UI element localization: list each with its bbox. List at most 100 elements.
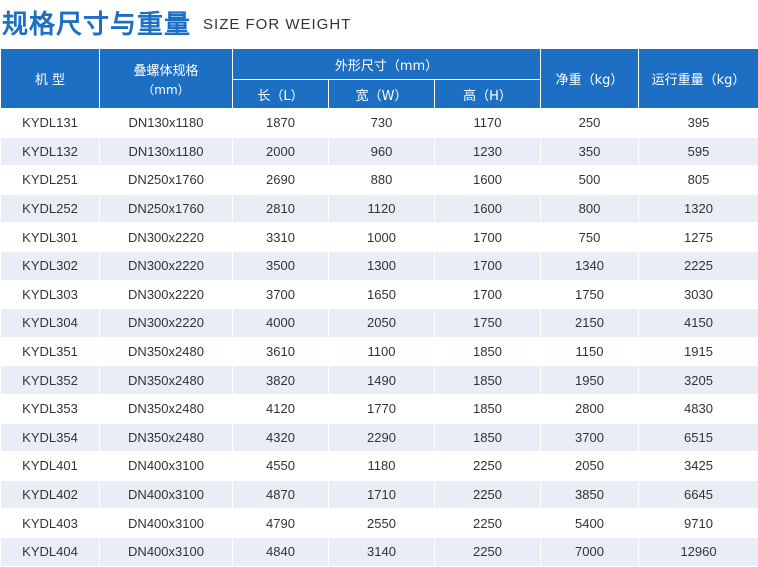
col-header-net-weight: 净重（kg） <box>540 48 640 109</box>
col-header-dimensions: 外形尺寸（mm） <box>231 48 542 80</box>
cell-net-weight: 1750 <box>540 279 640 310</box>
cell-length: 4000 <box>232 308 329 338</box>
cell-width: 2550 <box>328 508 435 538</box>
cell-screw-spec: DN350x2480 <box>99 393 233 424</box>
cell-width: 960 <box>328 136 435 167</box>
spec-table: 机 型 叠螺体规格 （mm） 外形尺寸（mm） 净重（kg） 运行重量（kg） … <box>0 48 758 567</box>
cell-model: KYDL402 <box>0 479 100 510</box>
cell-run-weight: 12960 <box>638 536 758 567</box>
cell-length: 3820 <box>232 365 329 395</box>
cell-width: 1100 <box>328 336 435 367</box>
col-header-run-weight: 运行重量（kg） <box>638 48 758 109</box>
cell-screw-spec: DN350x2480 <box>99 336 233 367</box>
cell-width: 880 <box>328 165 435 195</box>
cell-model: KYDL132 <box>0 136 100 167</box>
cell-length: 3500 <box>232 250 329 281</box>
table-row: KYDL301 DN300x2220 3310 1000 1700 750 1275 <box>0 222 758 252</box>
cell-width: 2050 <box>328 308 435 338</box>
table-row: KYDL303 DN300x2220 3700 1650 1700 1750 3030 <box>0 279 758 310</box>
cell-length: 2810 <box>232 193 329 224</box>
page-subtitle: SIZE FOR WEIGHT <box>203 15 352 33</box>
table-row: KYDL131 DN130x1180 1870 730 1170 250 395 <box>0 108 758 138</box>
page-title: 规格尺寸与重量 <box>2 9 192 40</box>
cell-width: 1650 <box>328 279 435 310</box>
cell-height: 1700 <box>433 222 542 252</box>
cell-height: 1170 <box>433 108 542 138</box>
cell-run-weight: 1275 <box>638 222 758 252</box>
cell-width: 1490 <box>328 365 435 395</box>
cell-net-weight: 3700 <box>540 422 640 453</box>
cell-model: KYDL351 <box>0 336 100 367</box>
cell-model: KYDL131 <box>0 108 100 138</box>
table-row: KYDL304 DN300x2220 4000 2050 1750 2150 4150 <box>0 308 758 338</box>
cell-model: KYDL303 <box>0 279 100 310</box>
col-header-length: 长（L） <box>232 79 329 109</box>
cell-run-weight: 3425 <box>638 451 758 481</box>
cell-run-weight: 595 <box>638 136 758 167</box>
cell-model: KYDL403 <box>0 508 100 538</box>
cell-width: 1300 <box>328 250 435 281</box>
cell-height: 1600 <box>433 165 542 195</box>
cell-screw-spec: DN130x1180 <box>99 136 233 167</box>
table-row: KYDL252 DN250x1760 2810 1120 1600 800 1320 <box>0 193 758 224</box>
cell-run-weight: 805 <box>638 165 758 195</box>
cell-run-weight: 4830 <box>638 393 758 424</box>
cell-model: KYDL301 <box>0 222 100 252</box>
cell-screw-spec: DN130x1180 <box>99 108 233 138</box>
cell-height: 2250 <box>433 451 542 481</box>
table-row: KYDL354 DN350x2480 4320 2290 1850 3700 6515 <box>0 422 758 453</box>
cell-length: 2000 <box>232 136 329 167</box>
cell-model: KYDL401 <box>0 451 100 481</box>
cell-net-weight: 500 <box>540 165 640 195</box>
cell-height: 1600 <box>433 193 542 224</box>
table-body: KYDL131 DN130x1180 1870 730 1170 250 395 KYDL13… <box>0 108 758 567</box>
cell-height: 1850 <box>433 336 542 367</box>
cell-height: 2250 <box>433 536 542 567</box>
cell-net-weight: 5400 <box>540 508 640 538</box>
table-row: KYDL352 DN350x2480 3820 1490 1850 1950 3205 <box>0 365 758 395</box>
cell-screw-spec: DN400x3100 <box>99 451 233 481</box>
cell-net-weight: 2800 <box>540 393 640 424</box>
col-header-screw-spec-label: 叠螺体规格 <box>133 63 199 79</box>
cell-screw-spec: DN300x2220 <box>99 250 233 281</box>
cell-net-weight: 800 <box>540 193 640 224</box>
table-row: KYDL404 DN400x3100 4840 3140 2250 7000 12960 <box>0 536 758 567</box>
cell-run-weight: 6645 <box>638 479 758 510</box>
cell-height: 1850 <box>433 365 542 395</box>
cell-model: KYDL302 <box>0 250 100 281</box>
cell-height: 1850 <box>433 393 542 424</box>
cell-height: 1700 <box>433 279 542 310</box>
table-row: KYDL402 DN400x3100 4870 1710 2250 3850 6645 <box>0 479 758 510</box>
cell-run-weight: 3205 <box>638 365 758 395</box>
cell-length: 4790 <box>232 508 329 538</box>
cell-model: KYDL251 <box>0 165 100 195</box>
cell-length: 2690 <box>232 165 329 195</box>
col-header-model: 机 型 <box>0 48 100 109</box>
cell-length: 3310 <box>232 222 329 252</box>
cell-run-weight: 4150 <box>638 308 758 338</box>
cell-screw-spec: DN350x2480 <box>99 365 233 395</box>
cell-height: 1750 <box>433 308 542 338</box>
cell-width: 1120 <box>328 193 435 224</box>
table-row: KYDL351 DN350x2480 3610 1100 1850 1150 1915 <box>0 336 758 367</box>
col-header-screw-spec-unit: （mm） <box>142 82 190 97</box>
table-row: KYDL132 DN130x1180 2000 960 1230 350 595 <box>0 136 758 167</box>
cell-net-weight: 2150 <box>540 308 640 338</box>
cell-width: 1710 <box>328 479 435 510</box>
cell-width: 3140 <box>328 536 435 567</box>
table-row: KYDL353 DN350x2480 4120 1770 1850 2800 4830 <box>0 393 758 424</box>
col-header-width: 宽（W） <box>328 79 435 109</box>
cell-screw-spec: DN250x1760 <box>99 193 233 224</box>
cell-net-weight: 1950 <box>540 365 640 395</box>
cell-length: 4840 <box>232 536 329 567</box>
cell-screw-spec: DN400x3100 <box>99 508 233 538</box>
cell-model: KYDL404 <box>0 536 100 567</box>
table-row: KYDL401 DN400x3100 4550 1180 2250 2050 3425 <box>0 451 758 481</box>
table-row: KYDL251 DN250x1760 2690 880 1600 500 805 <box>0 165 758 195</box>
cell-run-weight: 1320 <box>638 193 758 224</box>
page-header: 规格尺寸与重量 SIZE FOR WEIGHT <box>0 0 351 44</box>
cell-width: 2290 <box>328 422 435 453</box>
cell-width: 1000 <box>328 222 435 252</box>
cell-width: 1180 <box>328 451 435 481</box>
cell-net-weight: 750 <box>540 222 640 252</box>
